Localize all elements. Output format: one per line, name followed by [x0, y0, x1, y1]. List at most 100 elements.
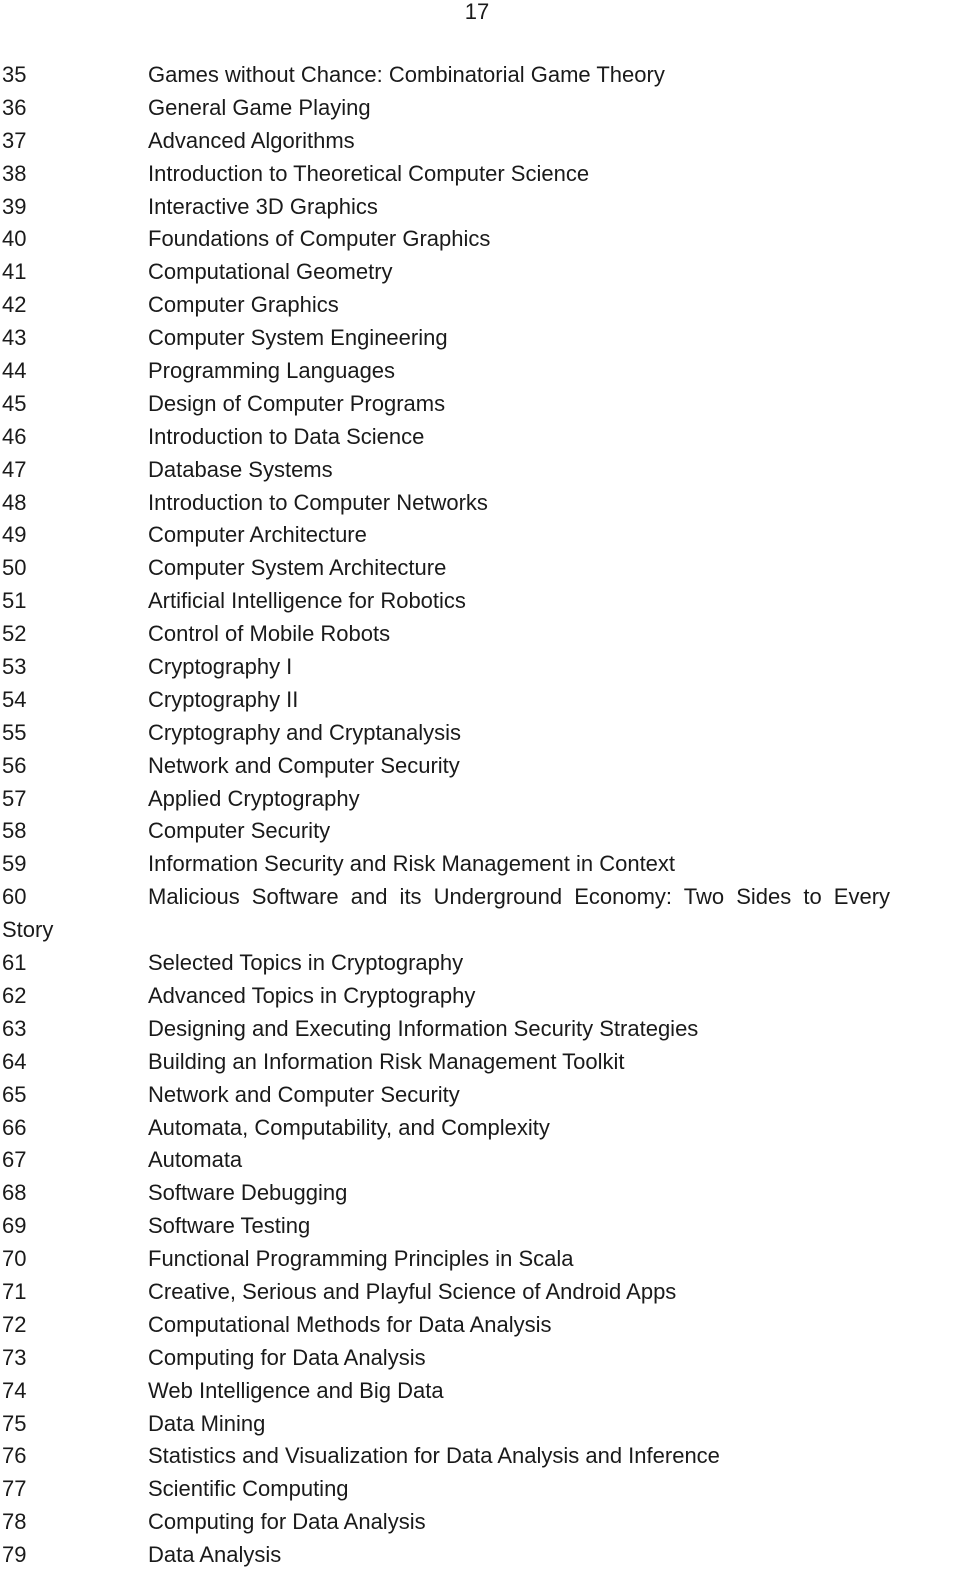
item-title: Network and Computer Security	[148, 1081, 460, 1107]
list-item: 77 Scientific Computing	[0, 1473, 960, 1506]
item-number: 46	[2, 423, 27, 449]
list-item: 69 Software Testing	[0, 1210, 960, 1243]
item-title: Data Analysis	[148, 1542, 282, 1568]
list-item: 66 Automata, Computability, and Complexit…	[0, 1112, 960, 1145]
item-title: Cryptography and Cryptanalysis	[148, 719, 462, 745]
page-number: 17	[464, 0, 490, 24]
item-title: Design of Computer Programs	[148, 390, 446, 416]
item-number: 37	[2, 127, 27, 153]
list-item: 62 Advanced Topics in Cryptography	[0, 980, 960, 1013]
item-number: 47	[2, 456, 27, 482]
list-item: 45 Design of Computer Programs	[0, 388, 960, 421]
item-title: Programming Languages	[148, 358, 396, 384]
item-number: 43	[2, 325, 27, 351]
item-title: Automata	[148, 1147, 243, 1173]
item-number: 57	[2, 785, 27, 811]
item-number: 39	[2, 193, 27, 219]
item-number: 40	[2, 226, 27, 252]
item-title: Data Mining	[148, 1410, 266, 1436]
item-number: 61	[2, 950, 27, 976]
item-title: Automata, Computability, and Complexity	[148, 1114, 550, 1140]
item-number: 36	[2, 94, 27, 120]
item-number: 73	[2, 1344, 27, 1370]
item-title: General Game Playing	[148, 94, 371, 120]
list-item: 54 Cryptography II	[0, 684, 960, 717]
item-title: Information Security and Risk Management…	[148, 851, 676, 877]
list-item: 67 Automata	[0, 1144, 960, 1177]
item-title: Database Systems	[148, 456, 333, 482]
item-title: Creative, Serious and Playful Science of…	[148, 1278, 677, 1304]
list-item: 63 Designing and Executing Information Se…	[0, 1013, 960, 1046]
list-item: 36 General Game Playing	[0, 92, 960, 125]
item-title: Computer Security	[148, 818, 331, 844]
item-number: 50	[2, 555, 27, 581]
list-item: 52 Control of Mobile Robots	[0, 618, 960, 651]
item-title: Computer System Architecture	[148, 555, 447, 581]
item-number: 64	[2, 1048, 27, 1074]
item-title: Software Debugging	[148, 1180, 348, 1206]
item-number: 71	[2, 1278, 27, 1304]
list-item: 37 Advanced Algorithms	[0, 125, 960, 158]
list-item: 71 Creative, Serious and Playful Science …	[0, 1276, 960, 1309]
item-title: Introduction to Data Science	[148, 423, 425, 449]
item-title-continuation: Story	[2, 917, 54, 943]
item-title: Building an Information Risk Management …	[148, 1048, 625, 1074]
list-item: 75 Data Mining	[0, 1408, 960, 1441]
list-item: 73 Computing for Data Analysis	[0, 1342, 960, 1375]
item-number: 69	[2, 1213, 27, 1239]
item-title: Introduction to Theoretical Computer Sci…	[148, 160, 590, 186]
item-title: Statistics and Visualization for Data An…	[148, 1443, 720, 1469]
item-title: Functional Programming Principles in Sca…	[148, 1246, 574, 1272]
item-title: Malicious Software and its Underground E…	[148, 884, 891, 910]
item-number: 35	[2, 62, 27, 87]
list-item: 50 Computer System Architecture	[0, 552, 960, 585]
item-title: Introduction to Computer Networks	[148, 489, 488, 515]
list-item: 60 Malicious Software and its Underground…	[0, 881, 960, 914]
list-item: 51 Artificial Intelligence for Robotics	[0, 585, 960, 618]
item-number: 56	[2, 752, 27, 778]
item-number: 78	[2, 1509, 27, 1535]
item-title: Control of Mobile Robots	[148, 621, 391, 647]
item-number: 76	[2, 1443, 27, 1469]
item-title: Applied Cryptography	[148, 785, 360, 811]
list-item: 46 Introduction to Data Science	[0, 421, 960, 454]
item-number: 66	[2, 1114, 27, 1140]
item-title: Advanced Algorithms	[148, 127, 355, 153]
item-number: 44	[2, 358, 27, 384]
list-item: 74 Web Intelligence and Big Data	[0, 1375, 960, 1408]
item-title: Selected Topics in Cryptography	[148, 950, 464, 976]
list-item: 55 Cryptography and Cryptanalysis	[0, 717, 960, 750]
item-title: Computing for Data Analysis	[148, 1509, 426, 1535]
item-number: 77	[2, 1476, 27, 1502]
course-list: 35 Games without Chance: Combinatorial Ga…	[0, 59, 960, 1572]
list-item: 41 Computational Geometry	[0, 256, 960, 289]
list-item: 48 Introduction to Computer Networks	[0, 487, 960, 520]
list-item: 59 Information Security and Risk Manageme…	[0, 848, 960, 881]
item-title: Software Testing	[148, 1213, 311, 1239]
item-number: 42	[2, 292, 27, 318]
item-title: Computational Methods for Data Analysis	[148, 1311, 552, 1337]
list-item: 57 Applied Cryptography	[0, 783, 960, 816]
list-item: 68 Software Debugging	[0, 1177, 960, 1210]
list-item: 72 Computational Methods for Data Analysi…	[0, 1309, 960, 1342]
list-item: 44 Programming Languages	[0, 355, 960, 388]
list-item: 39 Interactive 3D Graphics	[0, 191, 960, 224]
item-number: 54	[2, 686, 27, 712]
list-item: 78 Computing for Data Analysis	[0, 1506, 960, 1539]
list-item: 40 Foundations of Computer Graphics	[0, 223, 960, 256]
list-item: 76 Statistics and Visualization for Data …	[0, 1440, 960, 1473]
item-number: 41	[2, 259, 27, 285]
list-item: 38 Introduction to Theoretical Computer S…	[0, 158, 960, 191]
list-item: 56 Network and Computer Security	[0, 750, 960, 783]
item-title: Web Intelligence and Big Data	[148, 1377, 444, 1403]
item-title: Computing for Data Analysis	[148, 1344, 426, 1370]
item-title: Network and Computer Security	[148, 752, 460, 778]
item-number: 59	[2, 851, 27, 877]
item-number: 60	[2, 884, 27, 910]
item-number: 65	[2, 1081, 27, 1107]
item-number: 74	[2, 1377, 27, 1403]
item-number: 49	[2, 522, 27, 548]
list-item: 65 Network and Computer Security	[0, 1079, 960, 1112]
item-title: Computer Architecture	[148, 522, 367, 548]
item-number: 58	[2, 818, 27, 844]
